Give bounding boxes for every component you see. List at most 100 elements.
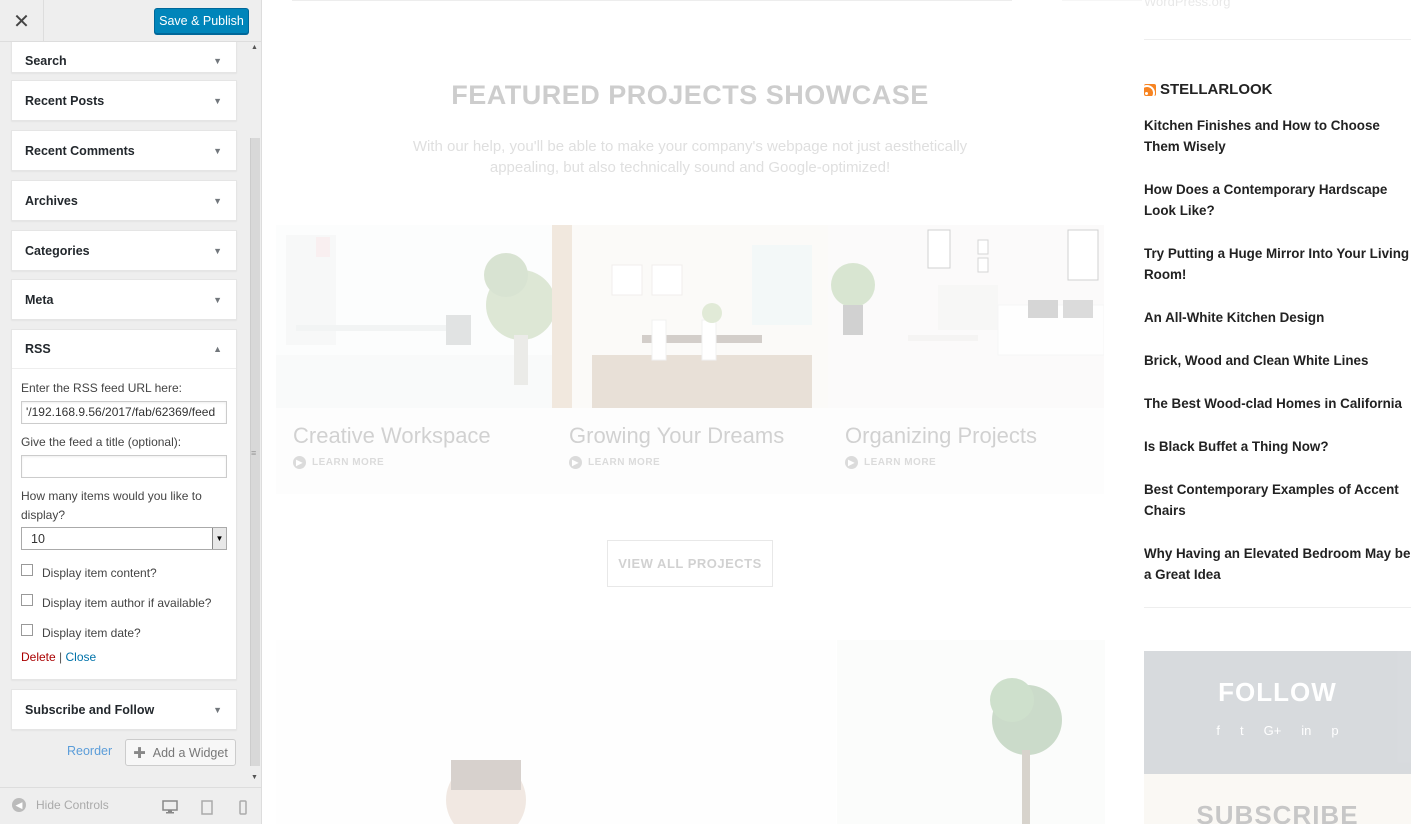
- arrow-circle-icon: ▶: [293, 456, 306, 469]
- rss-items-select[interactable]: 10 ▼: [21, 527, 227, 550]
- expand-arrow-icon[interactable]: ▼: [213, 146, 222, 156]
- project-image-organizing-projects[interactable]: [828, 225, 1105, 408]
- widget-recent-comments[interactable]: Recent Comments ▼: [11, 130, 237, 171]
- site-preview: FEATURED PROJECTS SHOWCASE With our help…: [262, 0, 1411, 824]
- project-title[interactable]: Creative Workspace: [293, 423, 491, 449]
- hide-controls-label: Hide Controls: [36, 798, 109, 812]
- facebook-icon[interactable]: f: [1216, 723, 1220, 738]
- customizer-footer: ◀ Hide Controls: [0, 787, 261, 824]
- display-content-checkbox[interactable]: [21, 564, 33, 576]
- twitter-icon[interactable]: t: [1240, 723, 1244, 738]
- checkbox-label: Display item author if available?: [42, 596, 212, 610]
- showcase-title: FEATURED PROJECTS SHOWCASE: [451, 80, 929, 110]
- arrow-circle-icon: ▶: [845, 456, 858, 469]
- divider: [1144, 607, 1411, 608]
- mobile-preview-icon[interactable]: [233, 797, 253, 817]
- rss-widget-heading: STELLARLOOK: [1144, 81, 1273, 98]
- widget-recent-posts[interactable]: Recent Posts ▼: [11, 80, 237, 121]
- widget-title: Search: [25, 53, 67, 68]
- link-separator: |: [59, 650, 63, 664]
- rss-item[interactable]: Is Black Buffet a Thing Now?: [1144, 436, 1411, 457]
- team-photo: [276, 640, 836, 824]
- widget-title: Categories: [25, 243, 90, 258]
- widget-subscribe-follow[interactable]: Subscribe and Follow ▼: [11, 689, 237, 730]
- display-date-option[interactable]: Display item date?: [21, 618, 227, 648]
- display-date-checkbox[interactable]: [21, 624, 33, 636]
- google-plus-icon[interactable]: G+: [1264, 723, 1282, 738]
- desktop-preview-icon[interactable]: [160, 797, 180, 817]
- widget-title: Archives: [25, 193, 78, 208]
- arrow-circle-icon: ▶: [569, 456, 582, 469]
- expand-arrow-icon[interactable]: ▼: [213, 56, 222, 66]
- wordpress-link[interactable]: WordPress.org: [1144, 0, 1230, 9]
- follow-title: FOLLOW: [1218, 677, 1337, 707]
- save-publish-button[interactable]: Save & Publish: [154, 8, 249, 34]
- project-image-creative-workspace[interactable]: [276, 225, 556, 408]
- rss-title-label: Give the feed a title (optional):: [21, 435, 182, 449]
- expand-arrow-icon[interactable]: ▼: [213, 96, 222, 106]
- expand-arrow-icon[interactable]: ▼: [213, 246, 222, 256]
- rss-items-label: How many items would you like to display…: [21, 489, 202, 522]
- display-content-option[interactable]: Display item content?: [21, 558, 227, 588]
- expand-arrow-icon[interactable]: ▼: [213, 295, 222, 305]
- rss-item[interactable]: The Best Wood-clad Homes in California: [1144, 393, 1411, 414]
- rss-title-input[interactable]: [21, 455, 227, 478]
- learn-more-link[interactable]: ▶ LEARN MORE: [845, 456, 936, 469]
- learn-more-link[interactable]: ▶ LEARN MORE: [293, 456, 384, 469]
- customizer-header: ✕ Save & Publish: [0, 0, 261, 42]
- display-author-option[interactable]: Display item author if available?: [21, 588, 227, 618]
- hide-controls-button[interactable]: ◀ Hide Controls: [12, 798, 109, 812]
- expand-arrow-icon[interactable]: ▼: [213, 705, 222, 715]
- add-widget-label: Add a Widget: [152, 745, 228, 760]
- subscribe-title: SUBSCRIBE: [1196, 800, 1359, 824]
- widget-search[interactable]: Search ▼: [11, 42, 237, 73]
- checkbox-label: Display item content?: [42, 566, 157, 580]
- add-widget-button[interactable]: ✚ Add a Widget: [125, 739, 236, 766]
- social-icons: f t G+ in p: [1144, 723, 1411, 738]
- rss-feed-title[interactable]: STELLARLOOK: [1160, 81, 1273, 98]
- sidebar-scrollbar[interactable]: ▲ ≡ ▼: [249, 42, 261, 787]
- rss-item[interactable]: An All-White Kitchen Design: [1144, 307, 1411, 328]
- project-title[interactable]: Growing Your Dreams: [569, 423, 784, 449]
- widget-categories[interactable]: Categories ▼: [11, 230, 237, 271]
- projects-caption-area: [276, 408, 1104, 494]
- display-author-checkbox[interactable]: [21, 594, 33, 606]
- widget-title: Subscribe and Follow: [25, 702, 155, 717]
- rss-item[interactable]: Try Putting a Huge Mirror Into Your Livi…: [1144, 243, 1411, 285]
- dropdown-arrow-icon[interactable]: ▼: [212, 528, 226, 549]
- widget-archives[interactable]: Archives ▼: [11, 180, 237, 221]
- close-customizer-button[interactable]: ✕: [0, 0, 44, 42]
- tablet-preview-icon[interactable]: [197, 797, 217, 817]
- rss-items-value: 10: [31, 532, 45, 546]
- view-all-projects-button[interactable]: VIEW ALL PROJECTS: [607, 540, 773, 587]
- divider: [1062, 0, 1142, 1]
- project-image-growing-dreams[interactable]: [552, 225, 828, 408]
- collapse-arrow-icon[interactable]: ▲: [213, 344, 222, 354]
- rss-url-label: Enter the RSS feed URL here:: [21, 381, 182, 395]
- follow-widget: FOLLOW f t G+ in p: [1144, 651, 1411, 774]
- rss-item[interactable]: Kitchen Finishes and How to Choose Them …: [1144, 115, 1411, 157]
- widget-title: Recent Posts: [25, 93, 105, 108]
- plant-photo: [837, 640, 1105, 824]
- widget-meta[interactable]: Meta ▼: [11, 279, 237, 320]
- rss-item[interactable]: Brick, Wood and Clean White Lines: [1144, 350, 1411, 371]
- delete-link[interactable]: Delete: [21, 650, 56, 664]
- rss-url-input[interactable]: '/192.168.9.56/2017/fab/62369/feed: [21, 401, 227, 424]
- pinterest-icon[interactable]: p: [1331, 723, 1338, 738]
- rss-icon[interactable]: [1144, 83, 1156, 96]
- rss-item[interactable]: Best Contemporary Examples of Accent Cha…: [1144, 479, 1411, 521]
- learn-more-link[interactable]: ▶ LEARN MORE: [569, 456, 660, 469]
- collapse-icon: ◀: [12, 798, 26, 812]
- linkedin-icon[interactable]: in: [1301, 723, 1311, 738]
- scroll-up-icon[interactable]: ▲: [251, 44, 258, 51]
- rss-item[interactable]: How Does a Contemporary Hardscape Look L…: [1144, 179, 1411, 221]
- rss-item[interactable]: Why Having an Elevated Bedroom May be a …: [1144, 543, 1411, 585]
- widget-title: Meta: [25, 292, 54, 307]
- divider: [1144, 39, 1411, 40]
- scroll-down-icon[interactable]: ▼: [251, 774, 258, 781]
- close-link[interactable]: Close: [66, 650, 97, 664]
- reorder-link[interactable]: Reorder: [67, 744, 112, 758]
- expand-arrow-icon[interactable]: ▼: [213, 196, 222, 206]
- rss-widget-header[interactable]: RSS ▲: [12, 330, 236, 369]
- project-title[interactable]: Organizing Projects: [845, 423, 1037, 449]
